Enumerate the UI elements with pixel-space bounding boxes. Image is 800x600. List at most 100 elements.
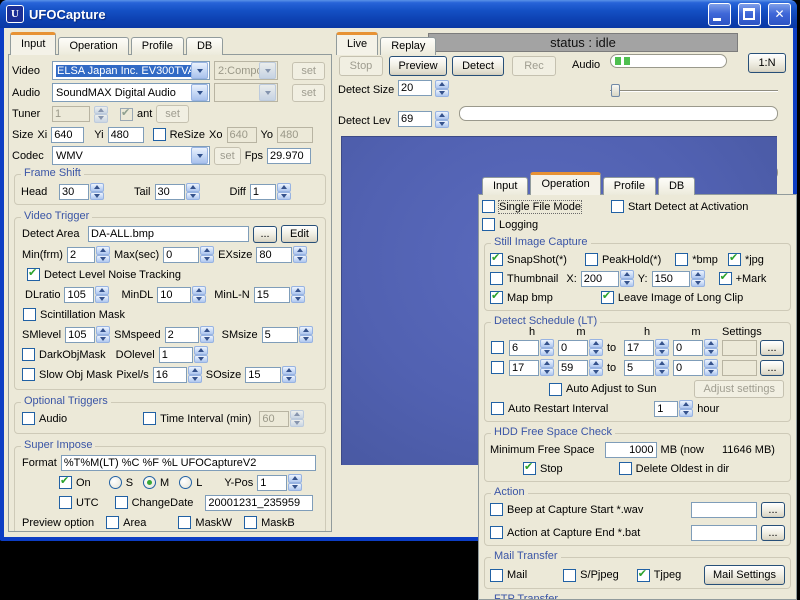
mail-spjpeg-checkbox[interactable] — [563, 569, 576, 582]
si-s-radio[interactable] — [109, 476, 122, 489]
audio-slider-thumb[interactable] — [611, 84, 620, 97]
snapshot-checkbox[interactable] — [490, 253, 503, 266]
audio-device-combo[interactable]: SoundMAX Digital Audio — [52, 83, 210, 102]
max-sec-spinner[interactable] — [200, 246, 214, 263]
action-end-browse-button[interactable]: ... — [761, 525, 785, 541]
head-spinner[interactable] — [90, 183, 104, 200]
start-detect-checkbox[interactable] — [611, 200, 624, 213]
resize-checkbox[interactable] — [153, 128, 166, 141]
sched1-h2-spinner[interactable] — [655, 339, 669, 356]
tab-db[interactable]: DB — [186, 37, 223, 55]
preview-button[interactable]: Preview — [389, 56, 447, 76]
xi-field[interactable] — [51, 127, 84, 143]
mail-settings-button[interactable]: Mail Settings — [704, 565, 785, 585]
jpg-checkbox[interactable] — [728, 253, 741, 266]
tail-field[interactable] — [155, 184, 185, 200]
codec-combo[interactable]: WMV — [52, 146, 210, 165]
scintillation-checkbox[interactable] — [23, 308, 36, 321]
exsize-spinner[interactable] — [293, 246, 307, 263]
minimize-button[interactable] — [708, 3, 731, 26]
leave-checkbox[interactable] — [601, 291, 614, 304]
detect-area-field[interactable] — [88, 226, 249, 242]
smlevel-spinner[interactable] — [96, 326, 110, 343]
auto-restart-checkbox[interactable] — [491, 402, 504, 415]
mail-tjpeg-checkbox[interactable] — [637, 569, 650, 582]
mark-checkbox[interactable] — [719, 272, 732, 285]
tab-operation[interactable]: Operation — [58, 37, 128, 55]
op-tab-operation[interactable]: Operation — [530, 172, 600, 195]
sched2-h2-spinner[interactable] — [655, 359, 669, 376]
logging-checkbox[interactable] — [482, 218, 495, 231]
auto-adjust-checkbox[interactable] — [549, 383, 562, 396]
tail-spinner[interactable] — [186, 183, 200, 200]
thumb-x-spinner[interactable] — [620, 270, 634, 287]
maskb-checkbox[interactable] — [244, 516, 257, 529]
detect-area-browse-button[interactable]: ... — [253, 226, 277, 243]
schedule2-checkbox[interactable] — [491, 361, 504, 374]
dolevel-field[interactable] — [159, 347, 193, 363]
smspeed-spinner[interactable] — [200, 326, 214, 343]
bmp-checkbox[interactable] — [675, 253, 688, 266]
si-on-checkbox[interactable] — [59, 476, 72, 489]
utc-checkbox[interactable] — [59, 496, 72, 509]
video-device-combo[interactable]: ELSA Japan Inc. EV300TVA — [52, 61, 210, 80]
sched2-m2-field[interactable] — [673, 360, 703, 376]
sched2-h-spinner[interactable] — [540, 359, 554, 376]
tab-replay[interactable]: Replay — [380, 37, 436, 55]
sched1-m2-field[interactable] — [673, 340, 703, 356]
audio-trigger-checkbox[interactable] — [22, 412, 35, 425]
sosize-spinner[interactable] — [282, 366, 296, 383]
noise-tracking-checkbox[interactable] — [27, 268, 40, 281]
chevron-down-icon[interactable] — [191, 84, 208, 101]
diff-field[interactable] — [250, 184, 276, 200]
peakhold-checkbox[interactable] — [585, 253, 598, 266]
mindl-field[interactable] — [157, 287, 191, 303]
mail-checkbox[interactable] — [490, 569, 503, 582]
mindl-spinner[interactable] — [192, 286, 206, 303]
diff-spinner[interactable] — [277, 183, 291, 200]
thumb-y-spinner[interactable] — [691, 270, 705, 287]
delete-oldest-checkbox[interactable] — [619, 462, 632, 475]
ypos-field[interactable] — [257, 475, 287, 491]
action-end-field[interactable] — [691, 525, 757, 541]
detect-lev-field[interactable] — [398, 111, 432, 127]
sched1-m-spinner[interactable] — [589, 339, 603, 356]
detect-lev-spinner[interactable] — [435, 111, 449, 128]
thumb-y-field[interactable] — [652, 271, 690, 287]
sched1-m-field[interactable] — [558, 340, 588, 356]
sched1-h2-field[interactable] — [624, 340, 654, 356]
area-checkbox[interactable] — [106, 516, 119, 529]
minln-spinner[interactable] — [291, 286, 305, 303]
sched1-browse-button[interactable]: ... — [760, 340, 784, 356]
detect-area-edit-button[interactable]: Edit — [281, 225, 318, 243]
slowobj-checkbox[interactable] — [22, 368, 35, 381]
sched1-m2-spinner[interactable] — [704, 339, 718, 356]
dolevel-spinner[interactable] — [194, 346, 208, 363]
op-tab-input[interactable]: Input — [482, 177, 528, 195]
detect-button[interactable]: Detect — [452, 56, 504, 76]
schedule1-checkbox[interactable] — [491, 341, 504, 354]
op-tab-db[interactable]: DB — [658, 177, 695, 195]
beep-field[interactable] — [691, 502, 757, 518]
mapbmp-checkbox[interactable] — [490, 291, 503, 304]
ratio-button[interactable]: 1:N — [748, 53, 786, 73]
dlratio-spinner[interactable] — [95, 286, 109, 303]
fps-field[interactable] — [267, 148, 311, 164]
smlevel-field[interactable] — [65, 327, 95, 343]
exsize-field[interactable] — [256, 247, 292, 263]
sched2-browse-button[interactable]: ... — [760, 360, 784, 376]
maximize-button[interactable] — [738, 3, 761, 26]
tab-live[interactable]: Live — [336, 32, 378, 55]
changedate-checkbox[interactable] — [115, 496, 128, 509]
tab-input[interactable]: Input — [10, 32, 56, 55]
minln-field[interactable] — [254, 287, 290, 303]
time-interval-checkbox[interactable] — [143, 412, 156, 425]
hdd-stop-checkbox[interactable] — [523, 462, 536, 475]
sosize-field[interactable] — [245, 367, 281, 383]
min-frm-field[interactable] — [67, 247, 95, 263]
sched2-m-field[interactable] — [558, 360, 588, 376]
sched1-h-spinner[interactable] — [540, 339, 554, 356]
yi-field[interactable] — [108, 127, 144, 143]
single-file-checkbox[interactable] — [482, 200, 495, 213]
format-field[interactable] — [61, 455, 316, 471]
